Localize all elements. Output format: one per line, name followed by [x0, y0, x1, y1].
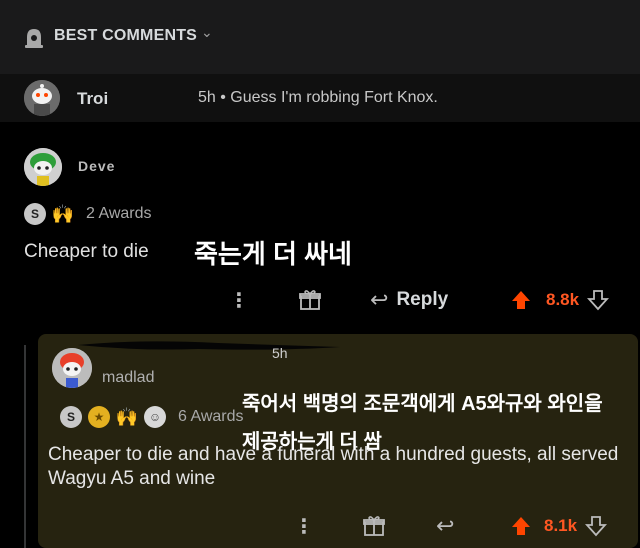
downvote-icon[interactable]	[585, 515, 608, 537]
silver-award-icon: S	[24, 203, 46, 225]
award-button-icon[interactable]	[362, 514, 386, 538]
comment-author[interactable]: Deve	[78, 158, 115, 174]
translation-overlay: 죽어서 백명의 조문객에게 A5와규와 와인을	[242, 393, 603, 415]
section-title[interactable]: BEST COMMENTS	[54, 27, 197, 45]
comment-body: Cheaper to die and have a funeral with a…	[48, 444, 619, 489]
comment-actions: ⋮	[294, 512, 314, 540]
avatar[interactable]	[52, 348, 92, 388]
wholesome-award-icon: 🙌	[115, 406, 139, 427]
more-options-icon[interactable]: ⋮	[229, 288, 249, 313]
comment-body: Cheaper to die	[24, 241, 149, 262]
upvote-icon[interactable]	[510, 515, 532, 537]
translation-overlay: 죽는게 더 싸네	[194, 239, 352, 269]
comment-author[interactable]: Troi	[77, 89, 108, 109]
reply-icon: ↩	[436, 513, 455, 538]
user-flair: madlad	[102, 369, 155, 386]
chevron-down-icon[interactable]: ⌄	[201, 24, 213, 41]
robot-icon	[25, 29, 43, 48]
reply-button[interactable]: ↩	[436, 512, 454, 540]
redaction-mark	[78, 341, 340, 350]
avatar[interactable]	[24, 80, 60, 116]
awards-row[interactable]: S ★ 🙌 ☺ 6 Awards	[60, 402, 244, 432]
awards-count: 6 Awards	[178, 408, 244, 425]
wholesome-award-icon: 🙌	[51, 203, 75, 224]
comment-body-preview: 5h • Guess I'm robbing Fort Knox.	[198, 89, 438, 106]
vote-controls: 8.1k	[510, 512, 608, 540]
vote-score: 8.8k	[546, 290, 580, 309]
helpful-award-icon: ☺	[144, 406, 166, 428]
awards-count: 2 Awards	[86, 205, 152, 222]
thread-line[interactable]	[24, 345, 26, 548]
award-button-icon[interactable]	[298, 288, 322, 312]
silver-award-icon: S	[60, 406, 82, 428]
vote-score: 8.1k	[544, 516, 578, 535]
comment-time: 5h	[272, 345, 288, 361]
upvote-icon[interactable]	[510, 289, 532, 311]
comment-actions: ⋮	[229, 286, 249, 314]
awards-row[interactable]: S 🙌 2 Awards	[24, 198, 152, 230]
downvote-icon[interactable]	[587, 289, 610, 311]
reply-button[interactable]: ↩ Reply	[370, 286, 448, 314]
gold-award-icon: ★	[88, 406, 110, 428]
vote-controls: 8.8k	[510, 286, 610, 314]
reply-label: Reply	[396, 289, 449, 310]
avatar[interactable]	[24, 148, 62, 186]
more-options-icon[interactable]: ⋮	[294, 514, 314, 539]
reply-icon: ↩	[370, 287, 389, 312]
